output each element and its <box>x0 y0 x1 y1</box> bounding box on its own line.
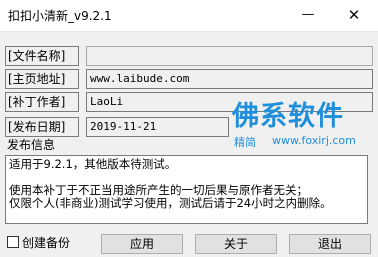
window-title: 扣扣小清新_v9.2.1 <box>8 9 112 23</box>
backup-label[interactable]: 创建备份 <box>22 234 70 251</box>
watermark-brand: 佛系软件 <box>232 101 344 132</box>
homepage-field[interactable]: www.laibude.com <box>86 69 373 89</box>
exit-button[interactable]: 退出 <box>289 234 371 254</box>
info-section-label: 发布信息 <box>7 138 56 152</box>
author-label: [补丁作者] <box>5 92 79 112</box>
info-line: 适用于9.2.1，其他版本待测试。 <box>9 157 177 171</box>
release-info-box[interactable]: 适用于9.2.1，其他版本待测试。 使用本补丁于不正当用途所产生的一切后果与原作… <box>5 155 368 224</box>
watermark-url: www.foxirj.com <box>272 134 356 147</box>
homepage-label: [主页地址] <box>5 69 79 89</box>
minimize-button[interactable]: — <box>288 0 328 31</box>
file-name-label: [文件名称] <box>5 46 79 66</box>
release-date-field[interactable]: 2019-11-21 <box>86 117 229 137</box>
about-button[interactable]: 关于 <box>195 234 277 254</box>
apply-button[interactable]: 应用 <box>101 234 183 254</box>
title-bar: 扣扣小清新_v9.2.1 — ✕ <box>0 0 378 32</box>
backup-checkbox[interactable] <box>7 236 19 248</box>
release-date-label: [发布日期] <box>5 117 79 137</box>
info-line: 仅限个人(非商业)测试学习使用，测试后请于24小时之内删除。 <box>9 196 332 210</box>
close-button[interactable]: ✕ <box>334 0 374 31</box>
file-name-field[interactable] <box>86 46 373 66</box>
watermark-logo: 佛系软件 精简 www.foxirj.com <box>232 94 372 156</box>
watermark-tag: 精简 <box>234 136 256 149</box>
